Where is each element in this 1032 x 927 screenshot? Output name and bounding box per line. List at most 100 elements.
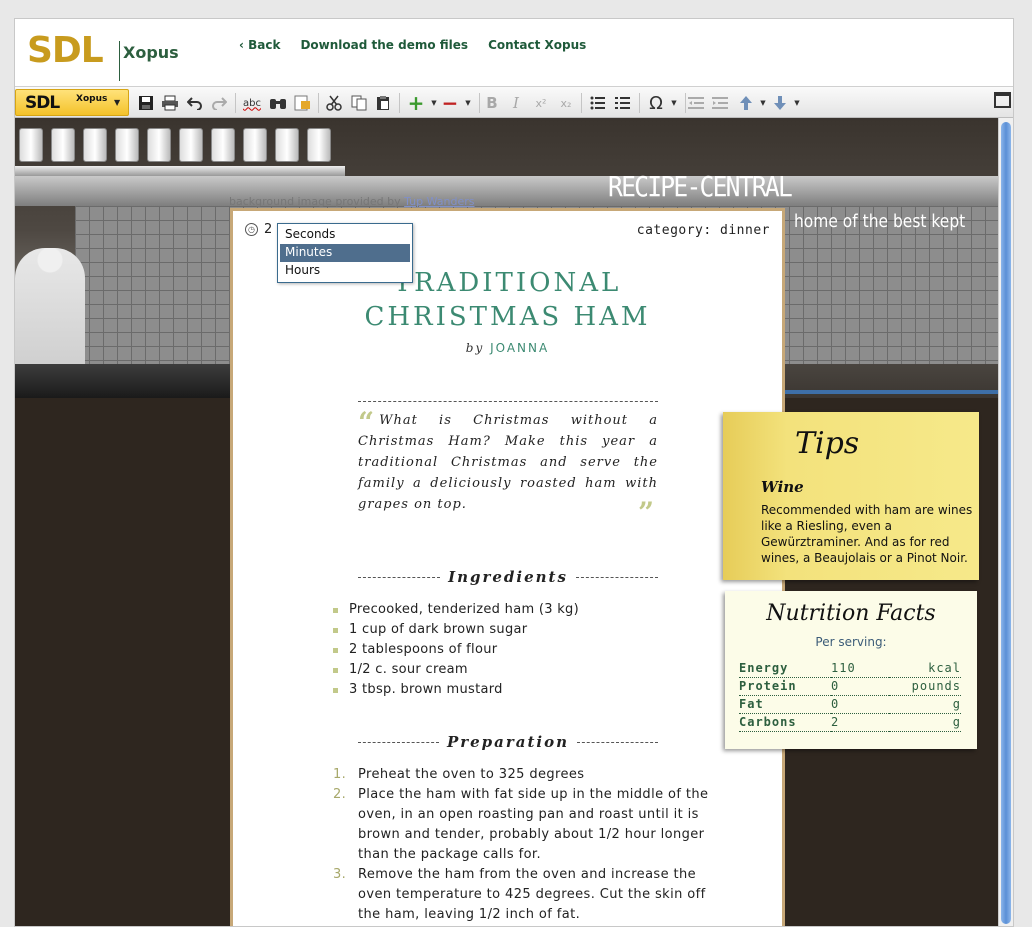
nutrition-per-serving: Per serving:	[815, 635, 887, 649]
ingredients-list[interactable]: Precooked, tenderized ham (3 kg) 1 cup o…	[333, 600, 579, 700]
scrollbar-thumb[interactable]	[1001, 122, 1011, 924]
nutrient-unit[interactable]: g	[889, 695, 961, 714]
jar	[51, 128, 75, 162]
xopus-editor-window: SDL Xopus ‹ Back Download the demo files…	[14, 18, 1014, 927]
list-item[interactable]: 2. Place the ham with fat side up in the …	[333, 785, 713, 865]
bullet-list-icon[interactable]	[587, 92, 609, 114]
list-item[interactable]: 2 tablespoons of flour	[333, 640, 579, 660]
jar	[243, 128, 267, 162]
tips-subtitle[interactable]: Wine	[761, 478, 804, 496]
step-text: Place the ham with fat side up in the mi…	[358, 787, 709, 862]
paste-icon[interactable]	[372, 92, 394, 114]
toolbar-separator	[581, 93, 582, 113]
nutrient-name: Protein	[739, 677, 831, 696]
table-row[interactable]: Energy 110 kcal	[739, 659, 961, 678]
image-credit: background image provided by Tup Wanders	[229, 195, 475, 208]
image-credit-link[interactable]: Tup Wanders	[404, 195, 474, 208]
jar	[19, 128, 43, 162]
recipe-byline[interactable]: by JOANNA	[233, 341, 782, 355]
nutrient-unit[interactable]: kcal	[889, 659, 961, 678]
list-item[interactable]: 3 tbsp. brown mustard	[333, 680, 579, 700]
nutrient-value[interactable]: 0	[831, 695, 889, 714]
nutrient-value[interactable]: 2	[831, 713, 889, 732]
step-text: Remove the ham from the oven and increas…	[358, 867, 706, 922]
unit-option-seconds[interactable]: Seconds	[280, 226, 410, 244]
prep-time-value[interactable]: 2	[264, 222, 272, 237]
numbered-list-icon[interactable]	[612, 92, 634, 114]
chevron-down-icon[interactable]: ▼	[457, 92, 479, 114]
back-link[interactable]: ‹ Back	[239, 38, 280, 52]
toolbar-separator	[318, 93, 319, 113]
list-item[interactable]: 1/2 c. sour cream	[333, 660, 579, 680]
toolbar-separator	[235, 93, 236, 113]
chevron-down-icon[interactable]: ▼	[786, 92, 808, 114]
top-navigation: ‹ Back Download the demo files Contact X…	[239, 38, 586, 52]
nutrition-facts-card[interactable]: Nutrition Facts Per serving: Energy 110 …	[725, 591, 977, 749]
nutrient-value[interactable]: 110	[831, 659, 889, 678]
find-icon[interactable]	[267, 92, 289, 114]
app-header: SDL Xopus ‹ Back Download the demo files…	[15, 19, 1013, 86]
download-demo-link[interactable]: Download the demo files	[300, 38, 468, 52]
italic-icon[interactable]: I	[505, 92, 527, 114]
jar-shelf	[19, 128, 331, 162]
site-tagline: home of the best kept kitche	[794, 211, 971, 232]
spellcheck-icon[interactable]: abc	[241, 92, 263, 114]
subscript-icon[interactable]: x₂	[555, 92, 577, 114]
nutrient-value[interactable]: 0	[831, 677, 889, 696]
maximize-icon[interactable]	[994, 92, 1011, 108]
toolbar-brand-product: Xopus	[76, 94, 108, 104]
nutrient-unit[interactable]: pounds	[889, 677, 961, 696]
clock-icon: ◷	[245, 223, 258, 236]
nutrient-name: Fat	[739, 695, 831, 714]
redo-icon[interactable]	[208, 92, 230, 114]
copy-icon[interactable]	[348, 92, 370, 114]
superscript-icon[interactable]: x²	[530, 92, 552, 114]
xopus-menu-button[interactable]: SDL Xopus ▼	[15, 89, 129, 116]
nutrition-table: Energy 110 kcal Protein 0 pounds Fat 0 g…	[739, 659, 961, 732]
list-item[interactable]: 1 cup of dark brown sugar	[333, 620, 579, 640]
recipe-category[interactable]: category: dinner	[637, 223, 770, 238]
undo-icon[interactable]	[184, 92, 206, 114]
toolbar-brand-sdl: SDL	[25, 93, 60, 113]
kitchen-hood	[15, 176, 1000, 206]
bold-icon[interactable]: B	[481, 92, 503, 114]
recipe-intro-quote[interactable]: “What is Christmas without a Christmas H…	[358, 409, 658, 515]
list-item[interactable]: 1. Preheat the oven to 325 degrees	[333, 765, 713, 785]
preparation-heading: Preparation	[358, 733, 658, 751]
find-replace-icon[interactable]	[291, 92, 313, 114]
document-canvas[interactable]: background image provided by Tup Wanders…	[15, 118, 1000, 926]
logo-product-text: Xopus	[123, 43, 179, 62]
table-row[interactable]: Protein 0 pounds	[739, 677, 961, 696]
vertical-scrollbar[interactable]	[998, 118, 1013, 926]
cut-icon[interactable]	[323, 92, 345, 114]
print-icon[interactable]	[159, 92, 181, 114]
site-title: RECIPE-CENTRAL	[608, 170, 793, 203]
tips-body[interactable]: Recommended with ham are wines like a Ri…	[761, 502, 973, 566]
toolbar-separator	[399, 93, 400, 113]
image-credit-text: background image provided by	[229, 195, 401, 208]
jar	[307, 128, 331, 162]
nutrient-name: Carbons	[739, 713, 831, 732]
outdent-icon[interactable]	[685, 92, 707, 114]
save-icon[interactable]	[135, 92, 157, 114]
preparation-heading-label: Preparation	[446, 733, 570, 751]
unit-option-hours[interactable]: Hours	[280, 262, 410, 280]
tips-card[interactable]: Tips Wine Recommended with ham are wines…	[723, 412, 979, 580]
indent-icon[interactable]	[709, 92, 731, 114]
table-row[interactable]: Fat 0 g	[739, 695, 961, 714]
editor-toolbar: SDL Xopus ▼ abc + ▼ − ▼ B I x² x₂ Ω ▼ ▼ …	[15, 86, 1013, 118]
nutrient-unit[interactable]: g	[889, 713, 961, 732]
list-item[interactable]: 3. Remove the ham from the oven and incre…	[333, 865, 713, 925]
preparation-steps[interactable]: 1. Preheat the oven to 325 degrees 2. Plac…	[333, 765, 713, 925]
contact-link[interactable]: Contact Xopus	[488, 38, 586, 52]
nutrient-name: Energy	[739, 659, 831, 678]
list-item[interactable]: Precooked, tenderized ham (3 kg)	[333, 600, 579, 620]
chef-figure	[15, 248, 85, 368]
recipe-card[interactable]: ◷ 2 category: dinner TRADITIONAL CHRISTM…	[230, 208, 785, 926]
time-unit-dropdown[interactable]: Seconds Minutes Hours	[277, 223, 413, 283]
table-row[interactable]: Carbons 2 g	[739, 713, 961, 732]
chevron-down-icon[interactable]: ▼	[663, 92, 685, 114]
by-label: by	[465, 341, 485, 355]
sdl-xopus-logo: SDL Xopus	[27, 31, 197, 81]
unit-option-minutes[interactable]: Minutes	[280, 244, 410, 262]
